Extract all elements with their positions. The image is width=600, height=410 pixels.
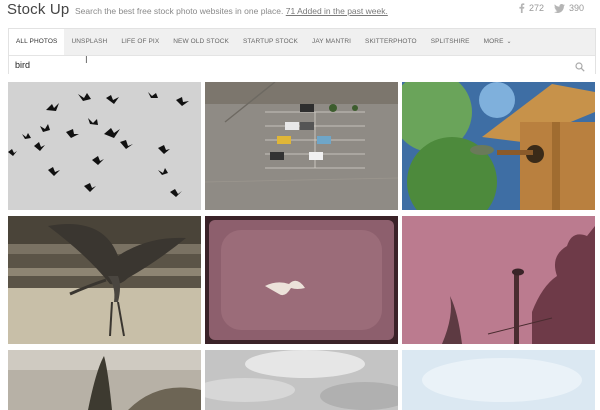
photo-dry-plant[interactable] [8,350,201,410]
photo-heron-landing[interactable] [8,216,201,344]
tab-new-old-stock[interactable]: NEW OLD STOCK [166,29,236,55]
facebook-icon[interactable] [518,3,525,13]
chevron-down-icon: ⌄ [506,39,512,45]
photo-pale-sky[interactable] [402,350,595,410]
tagline-text: Search the best free stock photo website… [75,6,284,16]
photo-flock-of-birds[interactable] [8,82,201,210]
tab-more-label: MORE [483,38,504,45]
social-counts: 272 390 [518,3,590,13]
tab-jay-mantri[interactable]: JAY MANTRI [305,29,358,55]
tab-more[interactable]: MORE ⌄ [477,29,519,55]
recently-added-link[interactable]: 71 Added in the past week. [286,6,388,16]
photo-egret-flying[interactable] [205,216,398,344]
site-logo[interactable]: Stock Up [7,1,69,18]
top-bar: Stock Up Search the best free stock phot… [0,0,600,22]
photo-birdhouse[interactable] [402,82,595,210]
tab-all-photos[interactable]: ALL PHOTOS [9,29,65,55]
tab-splitshire[interactable]: SPLITSHIRE [424,29,477,55]
twitter-count: 390 [568,3,584,13]
tab-skitterphoto[interactable]: SKITTERPHOTO [358,29,424,55]
photo-parking-lot-aerial[interactable] [205,82,398,210]
text-cursor-icon: I [85,55,88,66]
search-bar: I [9,55,595,74]
tagline: Search the best free stock photo website… [75,6,388,16]
photo-bird-on-post[interactable] [402,216,595,344]
filter-panel: ALL PHOTOS UNSPLASH LIFE OF PIX NEW OLD … [8,28,596,74]
tab-unsplash[interactable]: UNSPLASH [64,29,114,55]
search-icon[interactable] [575,59,585,77]
facebook-count: 272 [528,3,544,13]
tab-life-of-pix[interactable]: LIFE OF PIX [114,29,166,55]
source-tabs: ALL PHOTOS UNSPLASH LIFE OF PIX NEW OLD … [9,29,519,55]
photo-cloudy-sky[interactable] [205,350,398,410]
twitter-icon[interactable] [553,3,565,13]
search-input[interactable] [15,57,565,72]
tab-startup-stock[interactable]: STARTUP STOCK [236,29,305,55]
